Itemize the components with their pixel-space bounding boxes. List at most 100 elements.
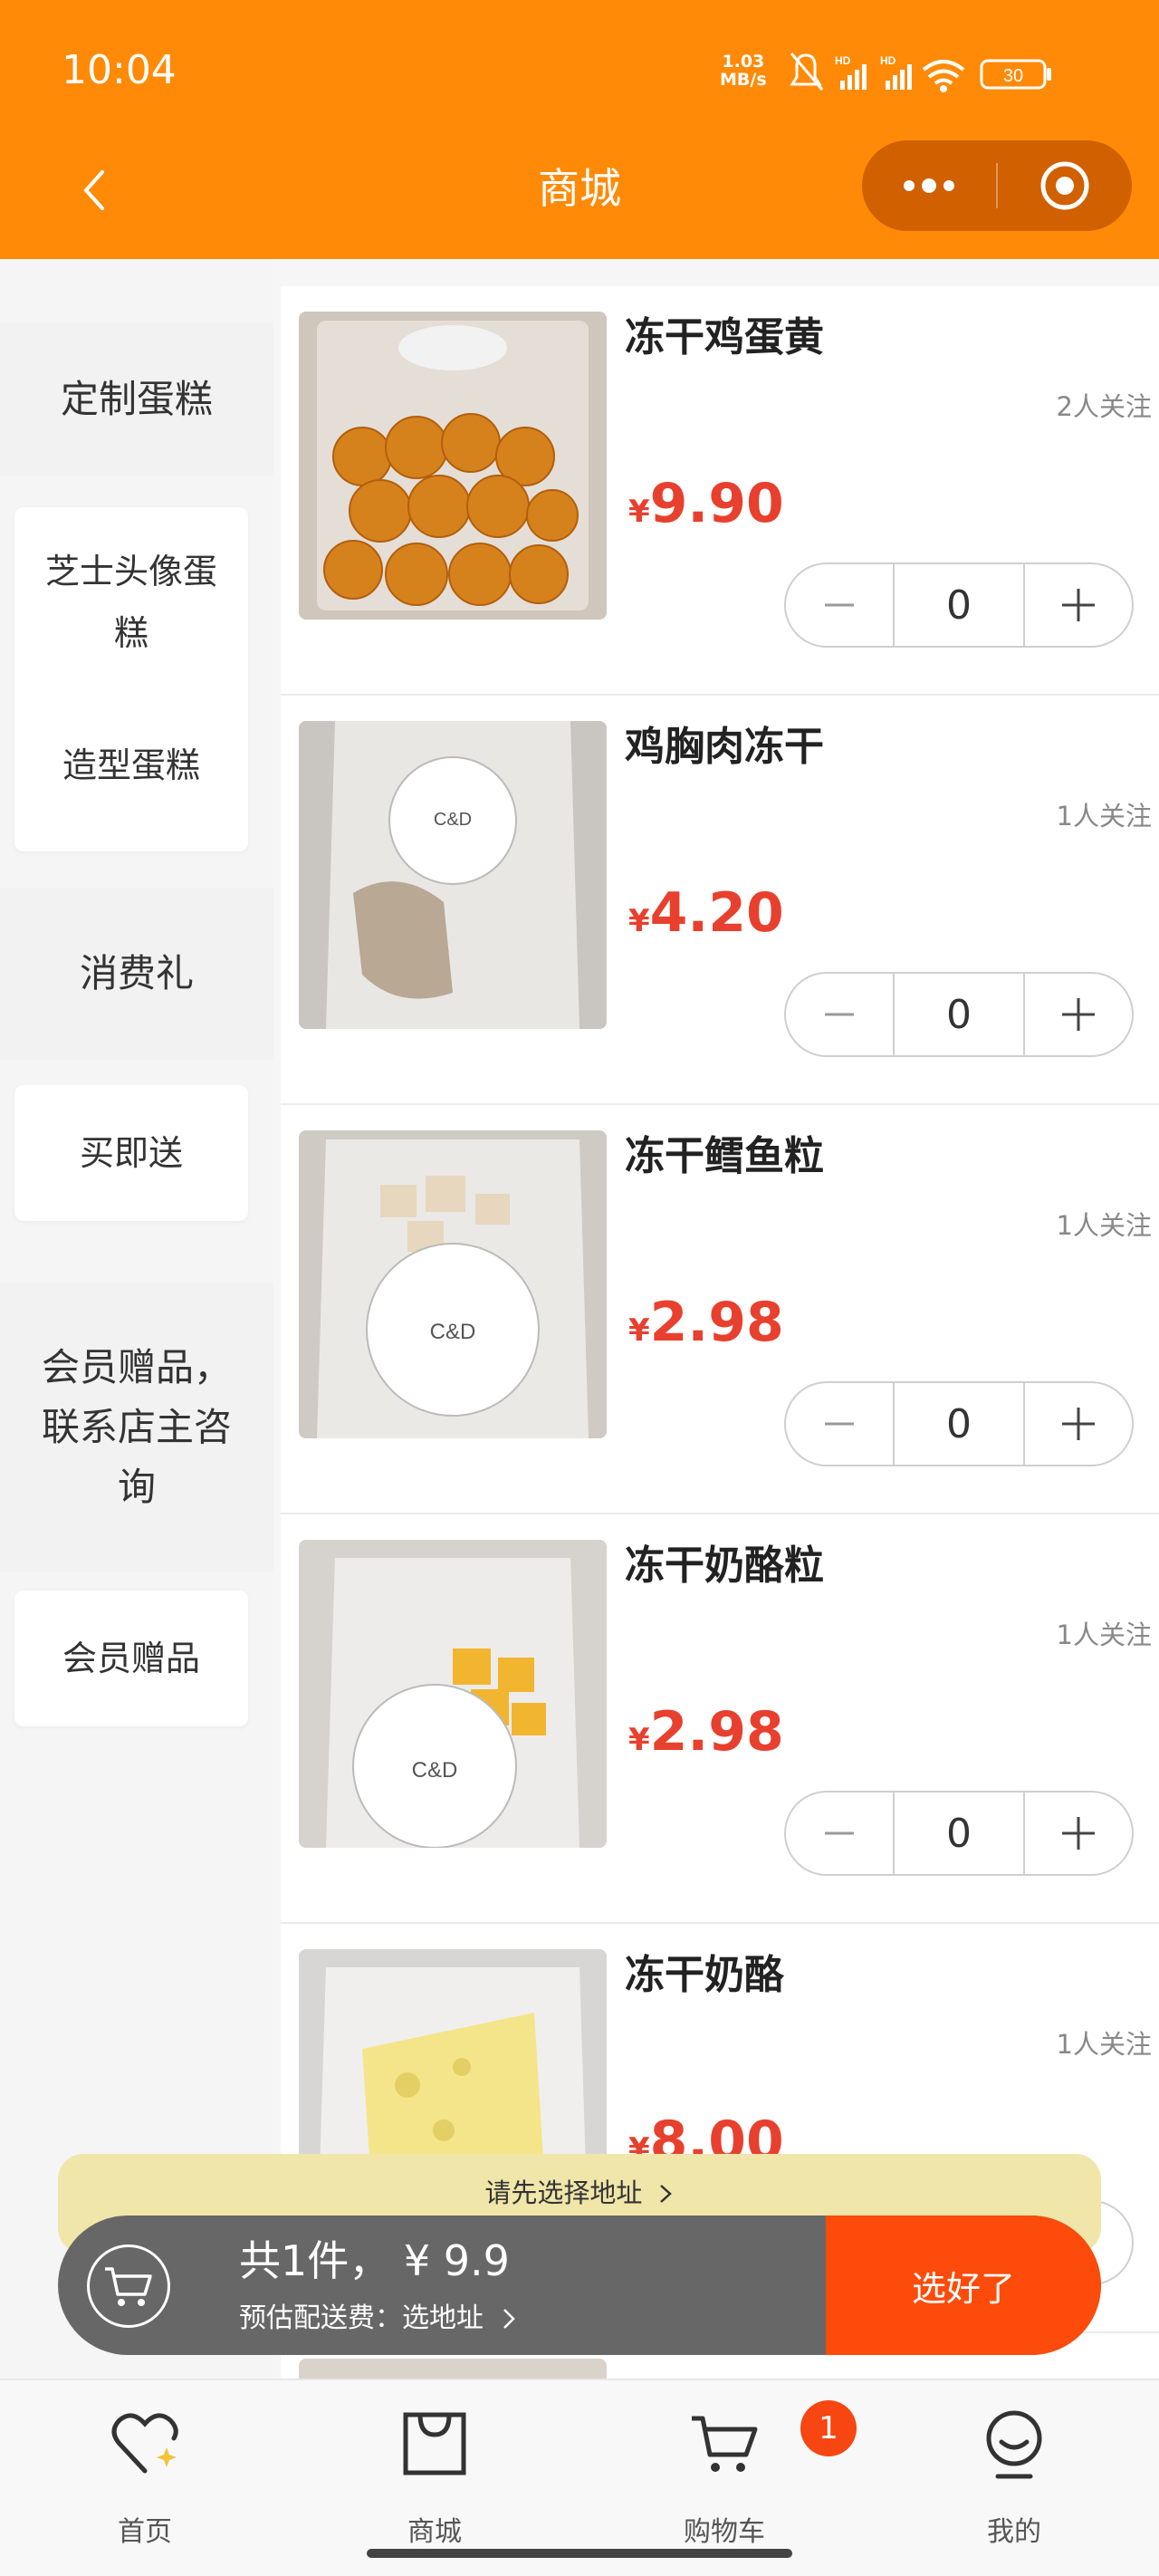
- svg-text:HD: HD: [835, 54, 851, 67]
- increase-button[interactable]: [1025, 1383, 1132, 1465]
- product-followers: 1人关注: [1056, 801, 1152, 831]
- sidebar-category-label: 定制蛋糕: [60, 377, 213, 421]
- subcategory-item[interactable]: 造型蛋糕: [14, 716, 248, 815]
- subcategory-item[interactable]: 买即送: [14, 1085, 248, 1221]
- cheese-bits-photo: C&D: [299, 1540, 607, 1848]
- quantity-value[interactable]: 0: [893, 1383, 1025, 1465]
- quantity-value[interactable]: 0: [893, 1793, 1025, 1874]
- subcategory-card: 买即送: [14, 1085, 248, 1221]
- currency-symbol: ¥: [628, 1312, 650, 1349]
- subcategory-label: 造型蛋糕: [62, 745, 200, 785]
- header: 10:04 1.03 MB/s HD HD 30 商城: [0, 0, 1159, 259]
- cod-bits-photo: C&D: [299, 1130, 607, 1438]
- plus-icon: [1062, 1408, 1095, 1440]
- tab-label: 首页: [118, 2516, 172, 2548]
- product-image[interactable]: C&D: [299, 1540, 607, 1848]
- cart-bar: 共1件， ¥ 9.9 预估配送费：选地址 选好了: [58, 2216, 1101, 2355]
- product-item[interactable]: C&D 鸡胸肉冻干 1人关注 ¥4.20 0: [281, 696, 1159, 1105]
- decrease-button[interactable]: [786, 974, 893, 1055]
- product-image[interactable]: C&D: [299, 721, 607, 1029]
- subcategory-label: 会员赠品: [62, 1639, 200, 1678]
- quantity-stepper: 0: [784, 972, 1134, 1057]
- quantity-value[interactable]: 0: [893, 974, 1025, 1055]
- increase-button[interactable]: [1025, 1793, 1132, 1874]
- cart-icon: [692, 2416, 758, 2472]
- product-followers: 2人关注: [1056, 391, 1152, 422]
- product-name: 冻干鸡蛋黄: [625, 314, 824, 360]
- cart-icon: [105, 2267, 152, 2306]
- quantity-stepper: 0: [784, 1791, 1134, 1876]
- subcategory-label: 芝士头像蛋糕: [44, 552, 217, 653]
- bottom-tabbar: 首页 商城 购物车 我的: [0, 2379, 1159, 2576]
- quantity-value[interactable]: 0: [893, 564, 1025, 646]
- target-close-icon: [1040, 161, 1089, 210]
- product-name: 冻干鳕鱼粒: [625, 1133, 824, 1179]
- wifi-icon: [922, 60, 965, 92]
- price-value: 9.90: [649, 472, 784, 535]
- product-image[interactable]: [299, 312, 607, 620]
- tab-label: 购物车: [684, 2516, 765, 2548]
- cart-count-badge: 1: [800, 2400, 857, 2456]
- tab-profile[interactable]: 我的: [924, 2408, 1105, 2548]
- quantity-stepper: 0: [784, 1381, 1134, 1466]
- product-item[interactable]: 冻干鸡蛋黄 2人关注 ¥9.90 0: [281, 286, 1159, 696]
- tab-home[interactable]: 首页: [54, 2408, 235, 2548]
- svg-text:HD: HD: [880, 54, 896, 67]
- product-price: ¥2.98: [628, 1700, 784, 1764]
- more-button[interactable]: [862, 140, 996, 231]
- nav-bar: 商城: [0, 136, 1159, 259]
- currency-symbol: ¥: [628, 1722, 650, 1758]
- checkout-button[interactable]: 选好了: [826, 2216, 1101, 2355]
- heart-home-icon: [111, 2413, 178, 2474]
- address-tip-label: 请先选择地址: [484, 2177, 643, 2208]
- price-value: 2.98: [649, 1700, 784, 1764]
- network-speed-value: 1.03: [722, 52, 765, 72]
- increase-button[interactable]: [1025, 974, 1132, 1055]
- product-followers: 1人关注: [1056, 1210, 1152, 1241]
- tab-mall[interactable]: 商城: [344, 2408, 525, 2548]
- decrease-button[interactable]: [786, 1383, 893, 1465]
- subcategory-label: 买即送: [79, 1133, 183, 1173]
- svg-text:C&D: C&D: [434, 810, 472, 830]
- quantity-stepper: 0: [784, 562, 1134, 648]
- tab-label: 我的: [987, 2516, 1041, 2548]
- status-time: 10:04: [62, 47, 177, 93]
- sidebar-category[interactable]: 消费礼: [0, 888, 273, 1060]
- price-value: 2.98: [649, 1291, 784, 1354]
- delivery-fee[interactable]: 预估配送费：选地址: [239, 2295, 518, 2335]
- home-indicator[interactable]: [367, 2549, 792, 2558]
- egg-yolk-photo: [299, 312, 607, 620]
- close-miniprogram-button[interactable]: [998, 140, 1132, 231]
- product-price: ¥4.20: [628, 881, 784, 945]
- subcategory-card: 会员赠品: [14, 1591, 248, 1726]
- subcategory-item[interactable]: 芝士头像蛋糕: [14, 525, 248, 679]
- product-list: 冻干鸡蛋黄 2人关注 ¥9.90 0 C&D 鸡胸肉冻干 1人关注 ¥4.20 …: [273, 259, 1159, 2379]
- svg-text:C&D: C&D: [412, 1758, 458, 1783]
- next-product-image: [299, 2359, 607, 2379]
- product-image[interactable]: C&D: [299, 1130, 607, 1438]
- address-tip-text: 请先选择地址: [58, 2172, 1101, 2210]
- svg-text:C&D: C&D: [430, 1320, 476, 1344]
- cart-summary: 共1件， ¥ 9.9: [239, 2236, 510, 2285]
- sidebar-category[interactable]: 会员赠品，联系店主咨询: [0, 1283, 273, 1572]
- decrease-button[interactable]: [786, 564, 893, 646]
- cart-button[interactable]: [87, 2244, 170, 2328]
- product-price: ¥9.90: [628, 472, 784, 535]
- user-icon: [986, 2410, 1042, 2479]
- subcategory-item[interactable]: 会员赠品: [14, 1591, 248, 1726]
- decrease-button[interactable]: [786, 1793, 893, 1874]
- chicken-breast-photo: C&D: [299, 721, 607, 1029]
- product-followers: 1人关注: [1056, 2029, 1152, 2060]
- product-item[interactable]: C&D 冻干奶酪粒 1人关注 ¥2.98 0: [281, 1514, 1159, 1924]
- chevron-right-icon: [659, 2185, 672, 2203]
- sidebar-category[interactable]: 定制蛋糕: [0, 322, 273, 476]
- minus-icon: [825, 1422, 854, 1426]
- svg-text:30: 30: [1003, 66, 1023, 86]
- tab-cart[interactable]: 购物车: [634, 2408, 815, 2548]
- increase-button[interactable]: [1025, 564, 1132, 646]
- subcategory-card: 芝士头像蛋糕 造型蛋糕: [14, 507, 248, 851]
- product-name: 冻干奶酪: [625, 1952, 784, 1998]
- plus-icon: [1062, 1817, 1095, 1850]
- product-item[interactable]: C&D 冻干鳕鱼粒 1人关注 ¥2.98 0: [281, 1105, 1159, 1514]
- delivery-fee-label: 预估配送费：选地址: [239, 2302, 484, 2334]
